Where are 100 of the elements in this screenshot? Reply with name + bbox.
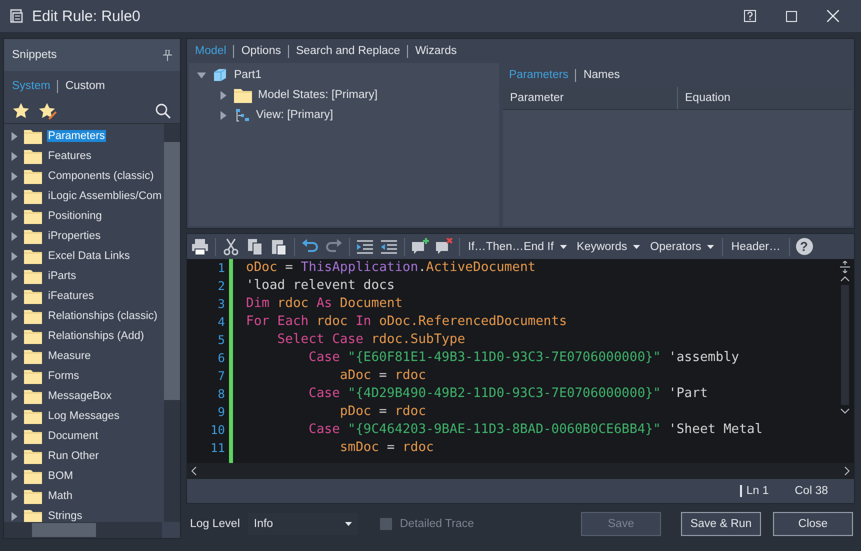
maximize-icon[interactable] <box>786 10 797 22</box>
dropdown-menu[interactable]: Keywords <box>574 240 642 253</box>
folder-icon <box>24 428 42 444</box>
tree-item[interactable]: Features <box>47 150 92 162</box>
tree-item[interactable]: Strings <box>47 510 84 522</box>
close-icon[interactable] <box>827 10 839 22</box>
horizontal-scrollbar[interactable] <box>4 522 162 538</box>
expand-arrow-icon[interactable] <box>10 412 19 420</box>
tree-item[interactable]: iLogic Assemblies/Com <box>47 190 163 202</box>
outdent-icon[interactable] <box>380 238 398 256</box>
star-edit-icon[interactable] <box>39 102 57 120</box>
tree-item[interactable]: Relationships (Add) <box>47 330 145 342</box>
folder-icon <box>24 168 42 184</box>
tree-item[interactable]: Relationships (classic) <box>47 310 158 322</box>
folder-icon <box>24 268 42 284</box>
tree-item[interactable]: Forms <box>47 370 80 382</box>
scroll-up-icon[interactable] <box>840 276 850 282</box>
tree-item[interactable]: Math <box>47 490 74 502</box>
folder-icon <box>24 508 42 522</box>
code-line: Case "{9C464203-9BAE-11D3-8BAD-0060B0CE6BB4}" 'Sheet Metal <box>308 421 764 440</box>
collapse-arrow-icon[interactable] <box>197 70 206 80</box>
scrollbar[interactable] <box>164 124 180 522</box>
tab[interactable]: Parameters <box>509 69 568 81</box>
tree-item[interactable]: BOM <box>47 470 74 482</box>
expand-arrow-icon[interactable] <box>10 432 19 440</box>
line-indicator: Ln 1 <box>740 485 769 498</box>
search-icon[interactable] <box>155 103 171 119</box>
expand-arrow-icon[interactable] <box>10 312 19 320</box>
tab[interactable]: Wizards <box>415 45 457 57</box>
tree-item[interactable]: MessageBox <box>47 390 113 402</box>
expand-arrow-icon[interactable] <box>10 472 19 480</box>
expand-arrow-icon[interactable] <box>10 272 19 280</box>
scroll-down-icon[interactable] <box>840 408 850 414</box>
expand-arrow-icon[interactable] <box>10 192 19 200</box>
expand-arrow-icon[interactable] <box>10 452 19 460</box>
help-icon[interactable] <box>744 10 756 22</box>
expand-arrow-icon[interactable] <box>10 232 19 240</box>
pin-icon[interactable] <box>163 50 172 60</box>
folder-icon <box>24 388 42 404</box>
tab[interactable]: Names <box>583 69 620 81</box>
expand-arrow-icon[interactable] <box>10 372 19 380</box>
tree-item[interactable]: Parameters <box>47 130 106 142</box>
code-line: For Each rdoc In oDoc.ReferencedDocuments <box>246 313 568 332</box>
expand-arrow-icon[interactable] <box>10 492 19 500</box>
split-icon[interactable] <box>840 261 850 274</box>
dropdown-menu[interactable]: Operators <box>648 240 716 253</box>
expand-arrow-icon[interactable] <box>10 212 19 220</box>
star-icon[interactable] <box>13 103 29 119</box>
line-number: 10 <box>210 422 225 440</box>
expand-arrow-icon[interactable] <box>10 392 19 400</box>
tree-item[interactable]: Document <box>47 430 100 442</box>
dropdown-menu[interactable]: If…Then…End If <box>466 240 569 253</box>
line-number: 6 <box>216 350 225 368</box>
cut-icon[interactable] <box>222 238 240 256</box>
tree-item[interactable]: Model States: [Primary] <box>258 89 378 101</box>
horizontal-scrollbar[interactable] <box>187 463 854 480</box>
tree-item[interactable]: Measure <box>47 350 92 362</box>
tree-item[interactable]: View: [Primary] <box>256 109 334 121</box>
expand-arrow-icon[interactable] <box>10 332 19 340</box>
checkbox-label: Detailed Trace <box>400 518 474 530</box>
expand-arrow-icon[interactable] <box>10 172 19 180</box>
help-button[interactable]: ? <box>796 238 813 256</box>
tree-item[interactable]: iParts <box>47 270 78 282</box>
tab[interactable]: System <box>12 80 50 92</box>
folder-icon <box>24 468 42 484</box>
folder-icon <box>24 308 42 324</box>
tree-item[interactable]: Log Messages <box>47 410 121 422</box>
tree-item[interactable]: Positioning <box>47 210 103 222</box>
expand-arrow-icon[interactable] <box>10 292 19 300</box>
tab[interactable]: Custom <box>65 80 105 92</box>
folder-icon <box>24 408 42 424</box>
expand-arrow-icon[interactable] <box>10 252 19 260</box>
expand-arrow-icon[interactable] <box>10 512 19 520</box>
expand-arrow-icon[interactable] <box>10 132 19 140</box>
paste-icon[interactable] <box>270 238 288 256</box>
tree-item[interactable]: Excel Data Links <box>47 250 131 262</box>
print-icon[interactable] <box>191 238 209 256</box>
header-button[interactable]: Header… <box>729 240 783 253</box>
tree-item[interactable]: iProperties <box>47 230 102 242</box>
folder-icon <box>24 128 42 144</box>
add-comment-icon[interactable] <box>411 238 429 256</box>
indent-icon[interactable] <box>356 238 374 256</box>
expand-arrow-icon[interactable] <box>219 90 228 100</box>
tree-item[interactable]: iFeatures <box>47 290 95 302</box>
tree-item[interactable]: Run Other <box>47 450 100 462</box>
tree-item[interactable]: Components (classic) <box>47 170 155 182</box>
scroll-right-icon[interactable] <box>844 466 850 476</box>
scroll-left-icon[interactable] <box>191 466 197 476</box>
tab[interactable]: Model <box>195 45 226 57</box>
copy-icon[interactable] <box>246 238 264 256</box>
expand-arrow-icon[interactable] <box>10 152 19 160</box>
expand-arrow-icon[interactable] <box>10 352 19 360</box>
remove-comment-icon[interactable] <box>435 238 453 256</box>
action-button[interactable]: Save & Run <box>681 512 761 536</box>
action-button[interactable]: Close <box>773 512 853 536</box>
code-line: aDoc = rdoc <box>338 367 428 386</box>
tab[interactable]: Options <box>241 45 281 57</box>
expand-arrow-icon[interactable] <box>219 110 228 120</box>
tree-item[interactable]: Part1 <box>234 69 262 81</box>
tab[interactable]: Search and Replace <box>296 45 400 57</box>
